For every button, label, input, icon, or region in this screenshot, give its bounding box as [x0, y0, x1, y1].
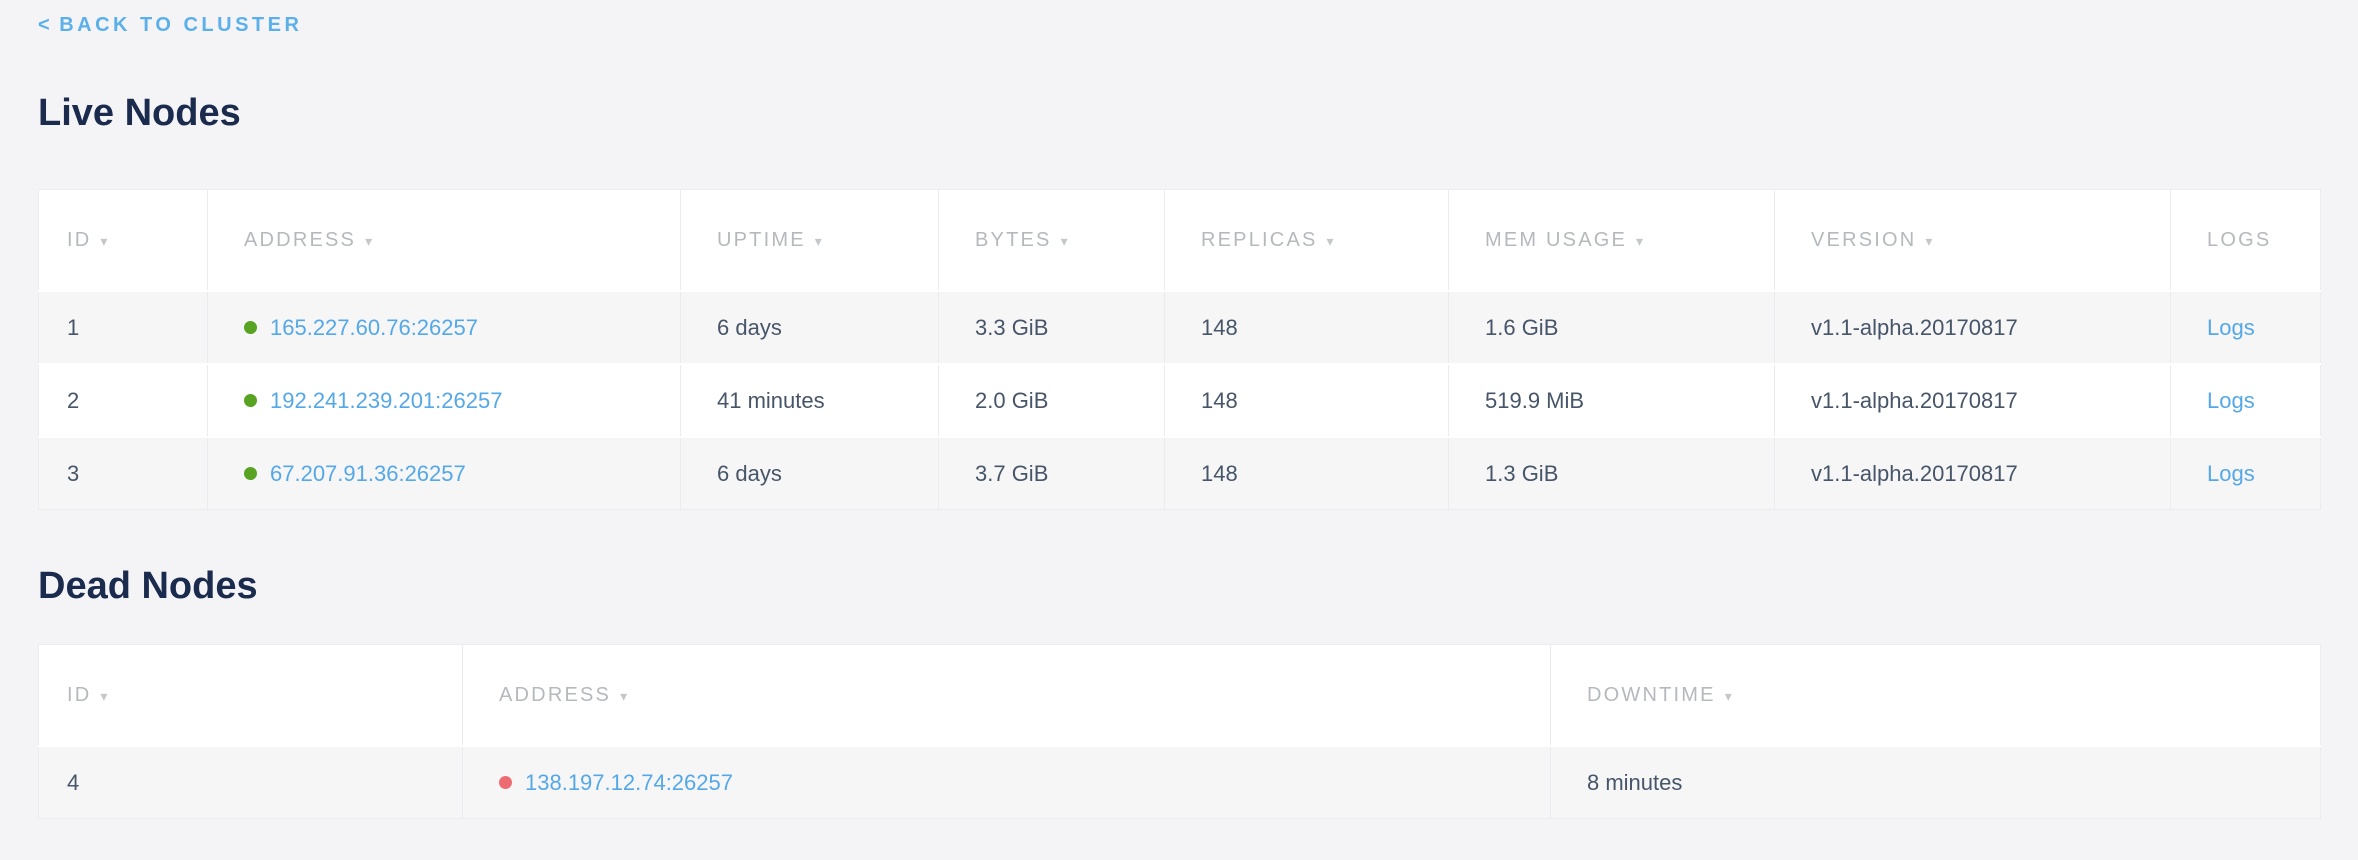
- column-header-logs: LOGS: [2171, 190, 2321, 292]
- sort-arrow-icon: ▾: [1327, 233, 1336, 249]
- node-uptime-cell: 6 days: [681, 291, 939, 364]
- node-address-link[interactable]: 67.207.91.36:26257: [270, 461, 466, 486]
- node-address-link[interactable]: 165.227.60.76:26257: [270, 315, 478, 340]
- node-logs-cell: Logs: [2171, 437, 2321, 510]
- node-version-cell: v1.1-alpha.20170817: [1775, 291, 2171, 364]
- sort-arrow-icon: ▾: [1061, 233, 1070, 249]
- sort-arrow-icon: ▾: [100, 688, 109, 704]
- back-to-cluster-link[interactable]: < BACK TO CLUSTER: [38, 14, 302, 37]
- sort-arrow-icon: ▾: [1636, 233, 1645, 249]
- node-address-cell: 165.227.60.76:26257: [208, 291, 681, 364]
- node-id-cell: 2: [39, 364, 208, 437]
- sort-arrow-icon: ▾: [815, 233, 824, 249]
- node-id-cell: 1: [39, 291, 208, 364]
- healthy-status-icon: [244, 394, 257, 407]
- node-uptime-cell: 41 minutes: [681, 364, 939, 437]
- back-arrow-icon: <: [38, 14, 53, 36]
- node-mem-usage-cell: 1.3 GiB: [1449, 437, 1775, 510]
- healthy-status-icon: [244, 321, 257, 334]
- logs-link[interactable]: Logs: [2207, 461, 2255, 486]
- back-to-cluster-label: BACK TO CLUSTER: [59, 14, 302, 36]
- column-header-id[interactable]: ID▾: [39, 645, 463, 747]
- column-header-bytes[interactable]: BYTES▾: [939, 190, 1165, 292]
- column-header-replicas[interactable]: REPLICAS▾: [1165, 190, 1449, 292]
- node-address-cell: 138.197.12.74:26257: [463, 746, 1551, 819]
- sort-arrow-icon: ▾: [1925, 233, 1934, 249]
- node-id-cell: 3: [39, 437, 208, 510]
- sort-arrow-icon: ▾: [1725, 688, 1734, 704]
- column-header-address[interactable]: ADDRESS▾: [208, 190, 681, 292]
- table-row: 4 138.197.12.74:26257 8 minutes: [39, 746, 2321, 819]
- sort-arrow-icon: ▾: [100, 233, 109, 249]
- node-version-cell: v1.1-alpha.20170817: [1775, 437, 2171, 510]
- dead-nodes-table: ID▾ ADDRESS▾ DOWNTIME▾ 4 138.197.12.74:2…: [38, 644, 2321, 819]
- dead-nodes-header-row: ID▾ ADDRESS▾ DOWNTIME▾: [39, 645, 2321, 747]
- live-nodes-title: Live Nodes: [38, 91, 2320, 135]
- node-uptime-cell: 6 days: [681, 437, 939, 510]
- live-nodes-table: ID▾ ADDRESS▾ UPTIME▾ BYTES▾ REPLICAS▾ ME…: [38, 189, 2321, 510]
- column-header-id[interactable]: ID▾: [39, 190, 208, 292]
- node-bytes-cell: 3.7 GiB: [939, 437, 1165, 510]
- node-address-cell: 67.207.91.36:26257: [208, 437, 681, 510]
- column-header-downtime[interactable]: DOWNTIME▾: [1551, 645, 2321, 747]
- table-row: 1 165.227.60.76:26257 6 days 3.3 GiB 148…: [39, 291, 2321, 364]
- logs-link[interactable]: Logs: [2207, 388, 2255, 413]
- node-bytes-cell: 3.3 GiB: [939, 291, 1165, 364]
- node-address-link[interactable]: 192.241.239.201:26257: [270, 388, 502, 413]
- node-downtime-cell: 8 minutes: [1551, 746, 2321, 819]
- sort-arrow-icon: ▾: [365, 233, 374, 249]
- dead-nodes-title: Dead Nodes: [38, 564, 2320, 608]
- node-replicas-cell: 148: [1165, 291, 1449, 364]
- column-header-mem-usage[interactable]: MEM USAGE▾: [1449, 190, 1775, 292]
- node-replicas-cell: 148: [1165, 437, 1449, 510]
- node-mem-usage-cell: 1.6 GiB: [1449, 291, 1775, 364]
- logs-link[interactable]: Logs: [2207, 315, 2255, 340]
- node-mem-usage-cell: 519.9 MiB: [1449, 364, 1775, 437]
- node-id-cell: 4: [39, 746, 463, 819]
- node-address-link[interactable]: 138.197.12.74:26257: [525, 770, 733, 795]
- column-header-uptime[interactable]: UPTIME▾: [681, 190, 939, 292]
- live-nodes-header-row: ID▾ ADDRESS▾ UPTIME▾ BYTES▾ REPLICAS▾ ME…: [39, 190, 2321, 292]
- node-logs-cell: Logs: [2171, 364, 2321, 437]
- table-row: 3 67.207.91.36:26257 6 days 3.7 GiB 148 …: [39, 437, 2321, 510]
- dead-status-icon: [499, 776, 512, 789]
- node-address-cell: 192.241.239.201:26257: [208, 364, 681, 437]
- sort-arrow-icon: ▾: [620, 688, 629, 704]
- node-bytes-cell: 2.0 GiB: [939, 364, 1165, 437]
- nodes-page: < BACK TO CLUSTER Live Nodes ID▾ ADDRESS▾…: [0, 0, 2358, 819]
- column-header-address[interactable]: ADDRESS▾: [463, 645, 1551, 747]
- node-replicas-cell: 148: [1165, 364, 1449, 437]
- healthy-status-icon: [244, 467, 257, 480]
- table-row: 2 192.241.239.201:26257 41 minutes 2.0 G…: [39, 364, 2321, 437]
- node-logs-cell: Logs: [2171, 291, 2321, 364]
- column-header-version[interactable]: VERSION▾: [1775, 190, 2171, 292]
- node-version-cell: v1.1-alpha.20170817: [1775, 364, 2171, 437]
